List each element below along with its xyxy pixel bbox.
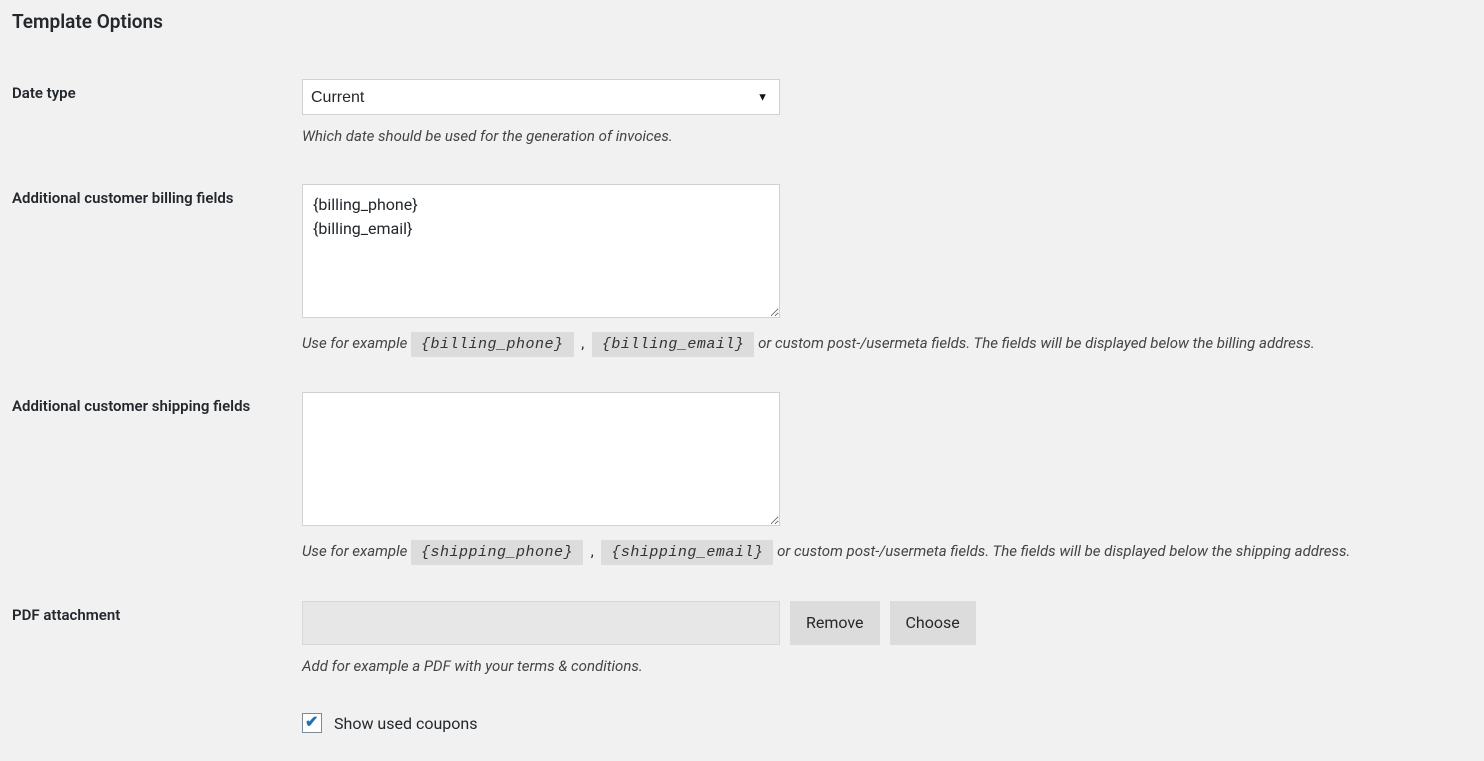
show-coupons-label: Show used coupons xyxy=(334,714,478,733)
show-coupons-row[interactable]: Show used coupons xyxy=(302,713,1472,733)
show-coupons-checkbox[interactable] xyxy=(302,713,322,733)
date-type-description: Which date should be used for the genera… xyxy=(302,125,1472,148)
separator: , xyxy=(577,334,588,352)
billing-fields-textarea[interactable] xyxy=(302,184,780,318)
choose-button[interactable]: Choose xyxy=(890,601,976,645)
pdf-attachment-label: PDF attachment xyxy=(12,583,302,696)
billing-token-phone: {billing_phone} xyxy=(411,332,574,357)
billing-fields-description: Use for example {billing_phone} , {billi… xyxy=(302,332,1472,357)
shipping-fields-textarea[interactable] xyxy=(302,392,780,526)
date-type-select[interactable]: Current xyxy=(302,79,780,115)
remove-button[interactable]: Remove xyxy=(790,601,880,645)
pdf-attachment-input[interactable] xyxy=(302,601,780,645)
settings-table: Date type Current Which date should be u… xyxy=(12,61,1472,751)
pdf-attachment-description: Add for example a PDF with your terms & … xyxy=(302,655,1472,678)
shipping-fields-label: Additional customer shipping fields xyxy=(12,374,302,583)
section-title: Template Options xyxy=(12,10,1472,33)
billing-token-email: {billing_email} xyxy=(592,332,755,357)
separator: , xyxy=(587,542,598,560)
billing-desc-prefix: Use for example xyxy=(302,334,411,352)
billing-fields-label: Additional customer billing fields xyxy=(12,166,302,375)
shipping-fields-description: Use for example {shipping_phone} , {ship… xyxy=(302,540,1472,565)
billing-desc-suffix: or custom post-/usermeta fields. The fie… xyxy=(758,334,1315,352)
shipping-desc-prefix: Use for example xyxy=(302,542,411,560)
date-type-label: Date type xyxy=(12,61,302,166)
shipping-token-phone: {shipping_phone} xyxy=(411,540,583,565)
shipping-token-email: {shipping_email} xyxy=(601,540,773,565)
shipping-desc-suffix: or custom post-/usermeta fields. The fie… xyxy=(777,542,1350,560)
empty-label xyxy=(12,695,302,751)
